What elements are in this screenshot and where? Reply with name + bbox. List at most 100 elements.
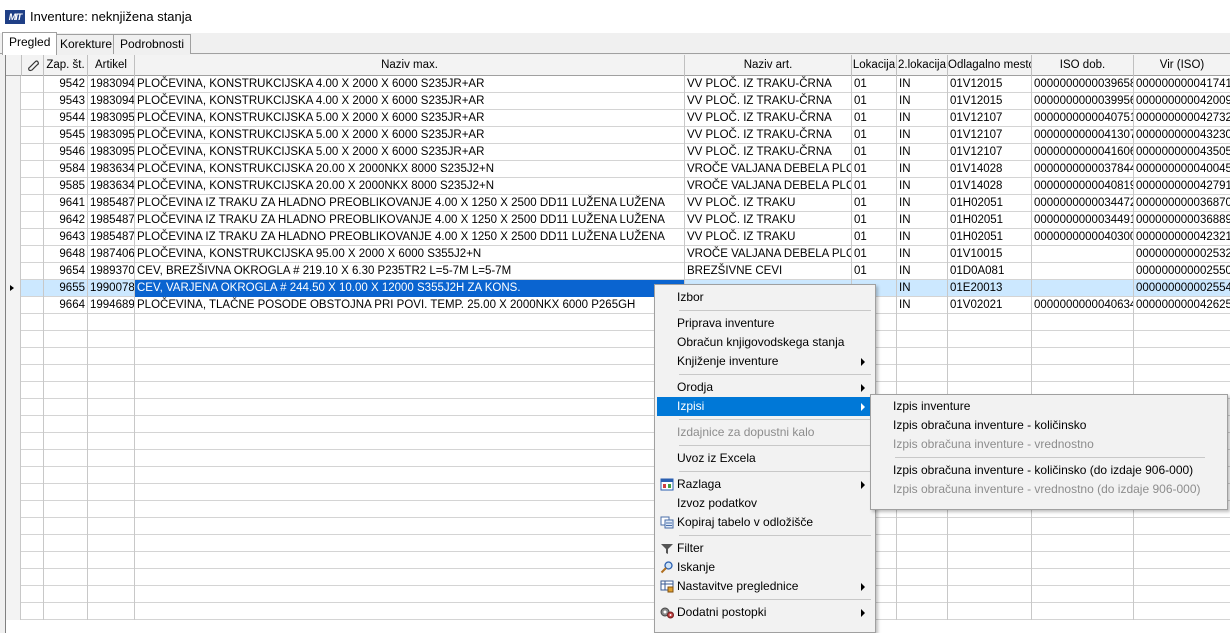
table-row[interactable]	[6, 569, 1230, 586]
cell-zap-st[interactable]	[44, 586, 88, 603]
cell-artikel[interactable]: 1985487	[88, 212, 135, 229]
cell-attachment[interactable]	[22, 331, 44, 348]
cell-attachment[interactable]	[22, 382, 44, 399]
cell-vir-iso[interactable]	[1134, 365, 1230, 382]
row-indicator[interactable]	[6, 297, 21, 314]
cell-vir-iso[interactable]: 0000000000025540	[1134, 280, 1230, 297]
row-indicator[interactable]	[6, 569, 21, 586]
tab-korekture[interactable]: Korekture	[53, 34, 120, 54]
cell-artikel[interactable]	[88, 484, 135, 501]
cell-lokacija[interactable]: 01	[852, 195, 897, 212]
row-indicator[interactable]	[6, 195, 21, 212]
cell-attachment[interactable]	[22, 297, 44, 314]
cell-attachment[interactable]	[22, 484, 44, 501]
cell-iso-dob[interactable]	[1032, 365, 1134, 382]
table-row[interactable]: 9544 1983095 PLOČEVINA, KONSTRUKCIJSKA 5.0…	[6, 110, 1230, 127]
cell-artikel[interactable]: 1994689	[88, 297, 135, 314]
cell-artikel[interactable]: 1983634	[88, 178, 135, 195]
cell-lokacija[interactable]: 01	[852, 127, 897, 144]
cell-naziv-art[interactable]: VV PLOČ. IZ TRAKU	[685, 229, 852, 246]
cell-vir-iso[interactable]: 0000000000400450	[1134, 161, 1230, 178]
cell-artikel[interactable]	[88, 399, 135, 416]
cell-iso-dob[interactable]	[1032, 246, 1134, 263]
cell-odlagalno-mesto[interactable]: 01V12107	[948, 144, 1032, 161]
row-indicator[interactable]	[6, 603, 21, 620]
cell-naziv-max[interactable]: PLOČEVINA, KONSTRUKCIJSKA 95.00 X 2000 X…	[135, 246, 685, 263]
cell-attachment[interactable]	[22, 161, 44, 178]
cell-lokacija[interactable]: 01	[852, 144, 897, 161]
row-indicator[interactable]	[6, 416, 21, 433]
row-indicator[interactable]	[6, 450, 21, 467]
row-indicator[interactable]	[6, 212, 21, 229]
cell-naziv-max[interactable]: PLOČEVINA IZ TRAKU ZA HLADNO PREOBLIKOVA…	[135, 229, 685, 246]
header-naziv-art[interactable]: Naziv art.	[685, 55, 852, 76]
cell-artikel[interactable]	[88, 552, 135, 569]
cell-odlagalno-mesto[interactable]: 01H02051	[948, 195, 1032, 212]
cell-iso-dob[interactable]	[1032, 314, 1134, 331]
cell-zap-st[interactable]: 9648	[44, 246, 88, 263]
cell-iso-dob[interactable]: 0000000000040300	[1032, 229, 1134, 246]
cell-vir-iso[interactable]	[1134, 603, 1230, 620]
cell-iso-dob[interactable]: 0000000000034491	[1032, 212, 1134, 229]
cell-attachment[interactable]	[22, 586, 44, 603]
cell-odlagalno-mesto[interactable]: 01V12015	[948, 93, 1032, 110]
cell-naziv-max[interactable]	[135, 331, 685, 348]
cell-lokacija[interactable]: 01	[852, 263, 897, 280]
attachment-icon[interactable]	[22, 55, 44, 76]
row-indicator[interactable]	[6, 518, 21, 535]
cell-artikel[interactable]	[88, 331, 135, 348]
cell-artikel[interactable]	[88, 433, 135, 450]
cell-odlagalno-mesto[interactable]	[948, 603, 1032, 620]
header-naziv-max[interactable]: Naziv max.	[135, 55, 685, 76]
row-indicator[interactable]	[6, 93, 21, 110]
cell-odlagalno-mesto[interactable]	[948, 569, 1032, 586]
cell-odlagalno-mesto[interactable]	[948, 552, 1032, 569]
cell-2-lokacija[interactable]: IN	[897, 76, 948, 93]
cell-artikel[interactable]: 1987406	[88, 246, 135, 263]
cell-vir-iso[interactable]: 0000000000368700	[1134, 195, 1230, 212]
cell-artikel[interactable]	[88, 314, 135, 331]
header-2-lokacija[interactable]: 2.lokacija	[897, 55, 948, 76]
cell-attachment[interactable]	[22, 144, 44, 161]
cell-odlagalno-mesto[interactable]: 01V12107	[948, 110, 1032, 127]
cell-artikel[interactable]: 1983095	[88, 144, 135, 161]
cell-naziv-max[interactable]	[135, 399, 685, 416]
menu-item-izpis-inventure[interactable]: Izpis inventure	[873, 397, 1225, 416]
cell-vir-iso[interactable]	[1134, 331, 1230, 348]
cell-2-lokacija[interactable]: IN	[897, 212, 948, 229]
cell-vir-iso[interactable]	[1134, 569, 1230, 586]
cell-zap-st[interactable]	[44, 416, 88, 433]
cell-vir-iso[interactable]	[1134, 348, 1230, 365]
cell-zap-st[interactable]	[44, 603, 88, 620]
cell-naziv-max[interactable]	[135, 603, 685, 620]
cell-naziv-art[interactable]: VROČE VALJANA DEBELA PLOČ	[685, 246, 852, 263]
cell-artikel[interactable]	[88, 416, 135, 433]
cell-attachment[interactable]	[22, 450, 44, 467]
row-indicator[interactable]	[6, 535, 21, 552]
cell-attachment[interactable]	[22, 280, 44, 297]
cell-zap-st[interactable]	[44, 552, 88, 569]
cell-zap-st[interactable]	[44, 501, 88, 518]
table-row[interactable]: 9641 1985487 PLOČEVINA IZ TRAKU ZA HLADNO …	[6, 195, 1230, 212]
cell-2-lokacija[interactable]: IN	[897, 93, 948, 110]
cell-artikel[interactable]	[88, 535, 135, 552]
table-row[interactable]: 9546 1983095 PLOČEVINA, KONSTRUKCIJSKA 5.0…	[6, 144, 1230, 161]
cell-zap-st[interactable]	[44, 314, 88, 331]
header-artikel[interactable]: Artikel	[88, 55, 135, 76]
cell-naziv-max[interactable]	[135, 518, 685, 535]
cell-2-lokacija[interactable]: IN	[897, 144, 948, 161]
cell-lokacija[interactable]: 01	[852, 110, 897, 127]
cell-odlagalno-mesto[interactable]	[948, 518, 1032, 535]
cell-odlagalno-mesto[interactable]	[948, 535, 1032, 552]
menu-item-kopiraj-tabelo-v-odlozisce[interactable]: Kopiraj tabelo v odložišče	[657, 513, 873, 532]
cell-artikel[interactable]	[88, 348, 135, 365]
cell-iso-dob[interactable]	[1032, 603, 1134, 620]
cell-lokacija[interactable]: 01	[852, 161, 897, 178]
cell-naziv-max[interactable]: PLOČEVINA, KONSTRUKCIJSKA 4.00 X 2000 X …	[135, 93, 685, 110]
cell-2-lokacija[interactable]: IN	[897, 127, 948, 144]
cell-odlagalno-mesto[interactable]	[948, 365, 1032, 382]
cell-2-lokacija[interactable]: IN	[897, 280, 948, 297]
cell-naziv-max[interactable]: PLOČEVINA, KONSTRUKCIJSKA 5.00 X 2000 X …	[135, 127, 685, 144]
cell-iso-dob[interactable]	[1032, 280, 1134, 297]
cell-2-lokacija[interactable]: IN	[897, 178, 948, 195]
